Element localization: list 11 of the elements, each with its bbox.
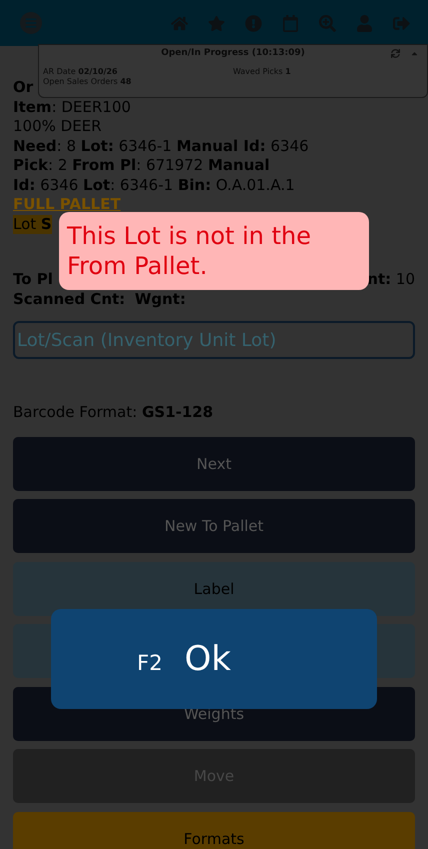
lot-field[interactable]: Lot/Scan (Inventory Unit Lot)	[13, 321, 415, 359]
shortcut-key: F2	[137, 651, 162, 675]
error-toast: This Lot is not in the From Pallet.	[59, 212, 369, 290]
full-pallet-link[interactable]: FULL PALLET	[13, 195, 121, 214]
lot-status: Lot S	[13, 214, 52, 234]
action-button[interactable]: Next	[13, 436, 415, 490]
action-button[interactable]: Label	[13, 562, 415, 616]
action-button[interactable]: New To Pallet	[13, 499, 415, 553]
refresh-icon[interactable]	[391, 49, 400, 58]
ok-button[interactable]: Ok	[184, 639, 231, 679]
action-button[interactable]: Formats	[13, 812, 415, 849]
